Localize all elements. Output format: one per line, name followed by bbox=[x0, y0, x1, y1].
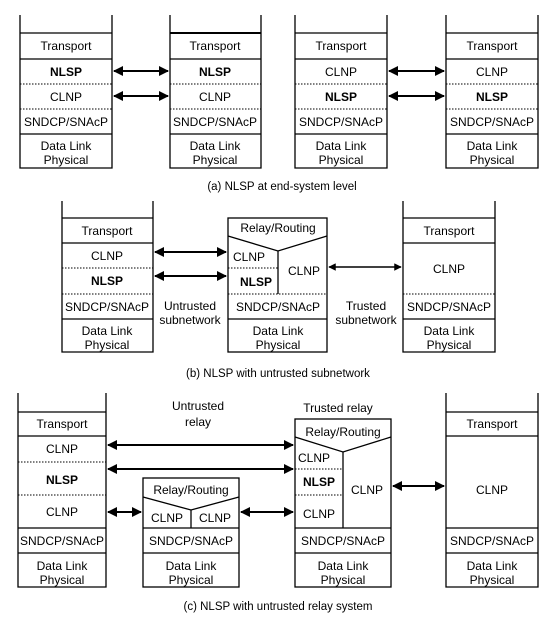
layer-sndcp: SNDCP/SNAcP bbox=[450, 534, 534, 548]
layer-physical: Physical bbox=[256, 338, 301, 352]
layer-clnp: CLNP bbox=[351, 483, 383, 497]
label-untrusted-subnetwork: subnetwork bbox=[159, 313, 221, 327]
layer-clnp: CLNP bbox=[199, 90, 231, 104]
layer-datalink: Data Link bbox=[318, 559, 370, 573]
stack-c1: Transport CLNP NLSP CLNP SNDCP/SNAcP Dat… bbox=[17, 393, 107, 588]
layer-transport: Transport bbox=[37, 417, 89, 431]
layer-sndcp: SNDCP/SNAcP bbox=[301, 534, 385, 548]
layer-nlsp: NLSP bbox=[199, 65, 231, 79]
caption-b: (b) NLSP with untrusted subnetwork bbox=[186, 368, 370, 380]
layer-datalink: Data Link bbox=[82, 324, 134, 338]
layer-sndcp: SNDCP/SNAcP bbox=[149, 534, 233, 548]
layer-nlsp: NLSP bbox=[240, 275, 272, 289]
layer-physical: Physical bbox=[427, 338, 472, 352]
layer-clnp: CLNP bbox=[288, 264, 320, 278]
layer-physical: Physical bbox=[169, 573, 214, 587]
stack-a3: Transport CLNP NLSP SNDCP/SNAcP Data Lin… bbox=[294, 15, 388, 169]
layer-sndcp: SNDCP/SNAcP bbox=[20, 534, 104, 548]
layer-datalink: Data Link bbox=[190, 139, 242, 153]
label-untrusted-subnetwork: Untrusted bbox=[164, 299, 216, 313]
layer-clnp: CLNP bbox=[50, 90, 82, 104]
layer-physical: Physical bbox=[470, 573, 515, 587]
trusted-relay-c: Relay/Routing CLNP NLSP CLNP CLNP SNDCP/… bbox=[294, 418, 392, 588]
layer-clnp: CLNP bbox=[151, 511, 183, 525]
layer-physical: Physical bbox=[470, 153, 515, 167]
layer-transport: Transport bbox=[41, 39, 93, 53]
layer-nlsp: NLSP bbox=[91, 274, 123, 288]
stack-a2: Transport NLSP CLNP SNDCP/SNAcP Data Lin… bbox=[169, 15, 262, 169]
label-untrusted-relay: Untrusted bbox=[172, 399, 224, 413]
layer-transport: Transport bbox=[190, 39, 242, 53]
label-trusted-subnetwork: subnetwork bbox=[335, 313, 397, 327]
layer-datalink: Data Link bbox=[253, 324, 305, 338]
layer-clnp: CLNP bbox=[303, 507, 335, 521]
layer-clnp: CLNP bbox=[325, 65, 357, 79]
layer-clnp: CLNP bbox=[298, 451, 330, 465]
stack-c4: Transport CLNP SNDCP/SNAcP Data Link Phy… bbox=[445, 393, 539, 588]
stack-b3: Transport CLNP SNDCP/SNAcP Data Link Phy… bbox=[402, 201, 496, 353]
layer-datalink: Data Link bbox=[467, 559, 519, 573]
layer-relay-routing: Relay/Routing bbox=[240, 221, 315, 235]
stack-a4: Transport CLNP NLSP SNDCP/SNAcP Data Lin… bbox=[445, 15, 539, 169]
nlsp-diagram: Transport NLSP CLNP SNDCP/SNAcP Data Lin… bbox=[17, 15, 539, 613]
layer-sndcp: SNDCP/SNAcP bbox=[407, 300, 491, 314]
panel-b: Transport CLNP NLSP SNDCP/SNAcP Data Lin… bbox=[61, 201, 496, 380]
layer-transport: Transport bbox=[467, 417, 519, 431]
layer-sndcp: SNDCP/SNAcP bbox=[236, 300, 320, 314]
layer-physical: Physical bbox=[319, 153, 364, 167]
layer-relay-routing: Relay/Routing bbox=[305, 425, 380, 439]
layer-datalink: Data Link bbox=[41, 139, 93, 153]
layer-nlsp: NLSP bbox=[476, 90, 508, 104]
relay-b: Relay/Routing CLNP NLSP CLNP SNDCP/SNAcP… bbox=[227, 217, 328, 353]
layer-clnp: CLNP bbox=[91, 249, 123, 263]
layer-clnp: CLNP bbox=[46, 505, 78, 519]
layer-datalink: Data Link bbox=[424, 324, 476, 338]
stack-a1: Transport NLSP CLNP SNDCP/SNAcP Data Lin… bbox=[19, 15, 113, 169]
layer-clnp: CLNP bbox=[199, 511, 231, 525]
panel-c: Transport CLNP NLSP CLNP SNDCP/SNAcP Dat… bbox=[17, 393, 539, 613]
layer-physical: Physical bbox=[44, 153, 89, 167]
layer-datalink: Data Link bbox=[467, 139, 519, 153]
layer-datalink: Data Link bbox=[316, 139, 368, 153]
layer-physical: Physical bbox=[321, 573, 366, 587]
layer-clnp: CLNP bbox=[46, 442, 78, 456]
layer-transport: Transport bbox=[424, 224, 476, 238]
layer-transport: Transport bbox=[467, 39, 519, 53]
layer-transport: Transport bbox=[316, 39, 368, 53]
layer-nlsp: NLSP bbox=[303, 475, 335, 489]
layer-clnp: CLNP bbox=[476, 483, 508, 497]
layer-datalink: Data Link bbox=[37, 559, 89, 573]
layer-transport: Transport bbox=[82, 224, 134, 238]
label-trusted-subnetwork: Trusted bbox=[346, 299, 386, 313]
layer-physical: Physical bbox=[85, 338, 130, 352]
label-trusted-relay: Trusted relay bbox=[303, 401, 373, 415]
layer-clnp: CLNP bbox=[233, 250, 265, 264]
panel-a: Transport NLSP CLNP SNDCP/SNAcP Data Lin… bbox=[19, 15, 539, 193]
layer-datalink: Data Link bbox=[166, 559, 218, 573]
layer-sndcp: SNDCP/SNAcP bbox=[450, 115, 534, 129]
layer-relay-routing: Relay/Routing bbox=[153, 483, 228, 497]
layer-sndcp: SNDCP/SNAcP bbox=[24, 115, 108, 129]
layer-sndcp: SNDCP/SNAcP bbox=[173, 115, 257, 129]
layer-nlsp: NLSP bbox=[46, 473, 78, 487]
layer-clnp: CLNP bbox=[476, 65, 508, 79]
layer-clnp: CLNP bbox=[433, 262, 465, 276]
layer-physical: Physical bbox=[193, 153, 238, 167]
layer-sndcp: SNDCP/SNAcP bbox=[65, 300, 149, 314]
layer-sndcp: SNDCP/SNAcP bbox=[299, 115, 383, 129]
layer-nlsp: NLSP bbox=[50, 65, 82, 79]
layer-nlsp: NLSP bbox=[325, 90, 357, 104]
untrusted-relay-c: Relay/Routing CLNP CLNP SNDCP/SNAcP Data… bbox=[142, 477, 240, 588]
label-untrusted-relay: relay bbox=[185, 415, 211, 429]
stack-b1: Transport CLNP NLSP SNDCP/SNAcP Data Lin… bbox=[61, 201, 154, 353]
layer-physical: Physical bbox=[40, 573, 85, 587]
caption-c: (c) NLSP with untrusted relay system bbox=[184, 601, 373, 613]
caption-a: (a) NLSP at end-system level bbox=[207, 181, 356, 193]
